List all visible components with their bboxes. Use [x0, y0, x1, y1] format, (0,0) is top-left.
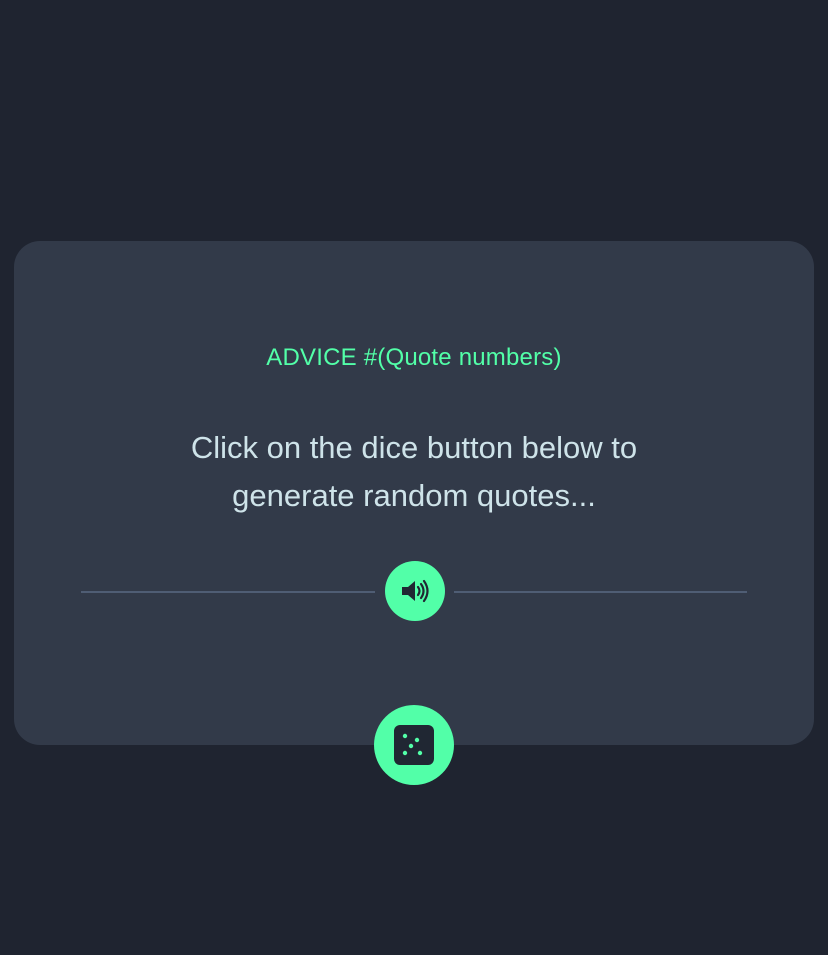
- speak-advice-button[interactable]: [385, 561, 445, 621]
- dice-icon: [394, 725, 434, 765]
- generate-quote-dice-button[interactable]: [374, 705, 454, 785]
- speaker-icon: [400, 579, 430, 603]
- divider-line-left: [81, 591, 375, 593]
- advice-number-heading: ADVICE #(Quote numbers): [266, 344, 562, 371]
- advice-quote-text: Click on the dice button below to genera…: [190, 430, 638, 513]
- divider-line-right: [454, 591, 747, 593]
